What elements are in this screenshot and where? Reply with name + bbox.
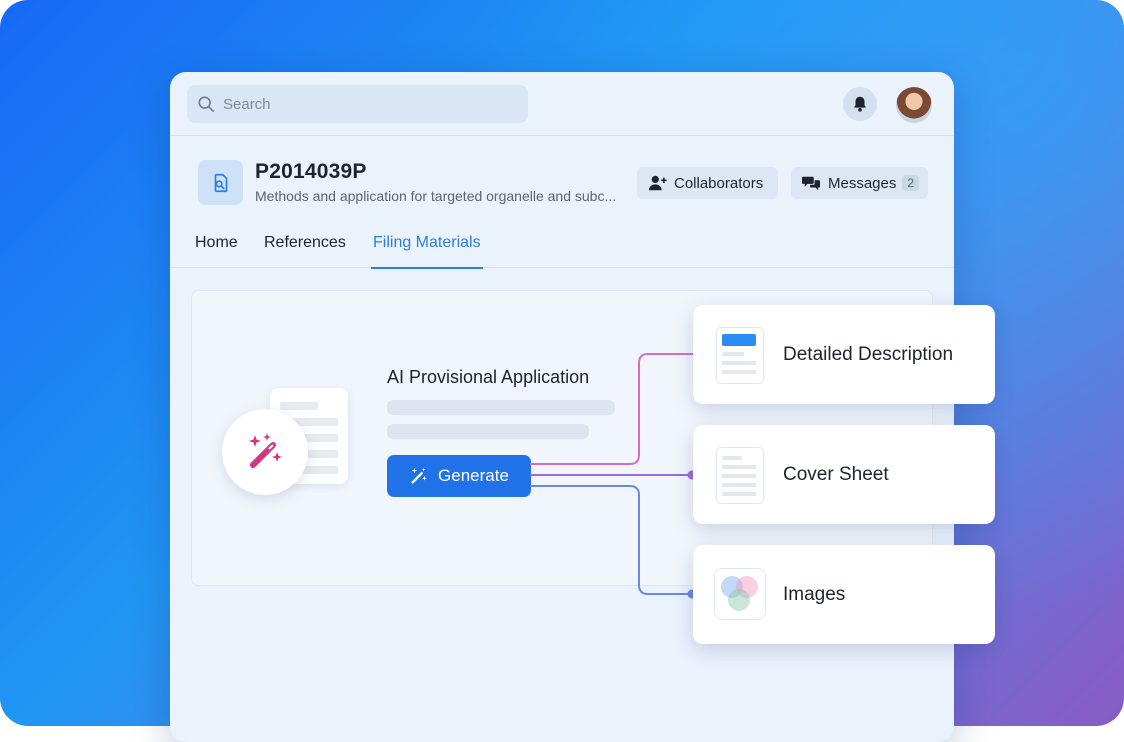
placeholder-line [387,424,589,439]
tab-references[interactable]: References [264,234,346,267]
messages-count-badge: 2 [902,175,920,191]
collaborators-label: Collaborators [674,174,764,192]
collaborators-button[interactable]: Collaborators [637,167,778,199]
top-bar [170,72,954,136]
tab-filing-materials[interactable]: Filing Materials [371,234,483,269]
search-input[interactable] [221,94,525,114]
output-images[interactable]: Images [693,545,995,644]
project-id: P2014039P [255,160,367,183]
tab-bar: Home References Filing Materials [170,232,954,269]
messages-button[interactable]: Messages 2 [791,167,928,199]
generate-button[interactable]: Generate [387,455,531,497]
search-bar[interactable] [187,85,528,123]
messages-label: Messages [828,174,897,192]
add-user-icon [649,175,667,191]
output-detailed-description[interactable]: Detailed Description [693,305,995,404]
document-header-icon [716,327,764,384]
output-label: Detailed Description [783,344,954,365]
chat-bubbles-icon [802,176,820,191]
placeholder-line [387,400,615,415]
generator-title: AI Provisional Application [387,367,590,387]
project-document-icon [198,160,243,205]
output-label: Cover Sheet [783,464,889,485]
images-icon [714,568,766,620]
bell-icon [854,96,866,112]
output-label: Images [783,584,846,605]
magic-wand-icon [249,433,282,468]
project-description: Methods and application for targeted org… [255,188,617,204]
document-icon [716,447,764,504]
notifications-button[interactable] [843,87,877,121]
search-icon [198,96,215,113]
user-avatar[interactable] [896,87,932,123]
output-cover-sheet[interactable]: Cover Sheet [693,425,995,524]
tab-home[interactable]: Home [195,234,238,267]
generate-button-label: Generate [438,466,509,485]
magic-wand-icon [411,467,427,484]
magic-wand-badge [222,409,308,495]
